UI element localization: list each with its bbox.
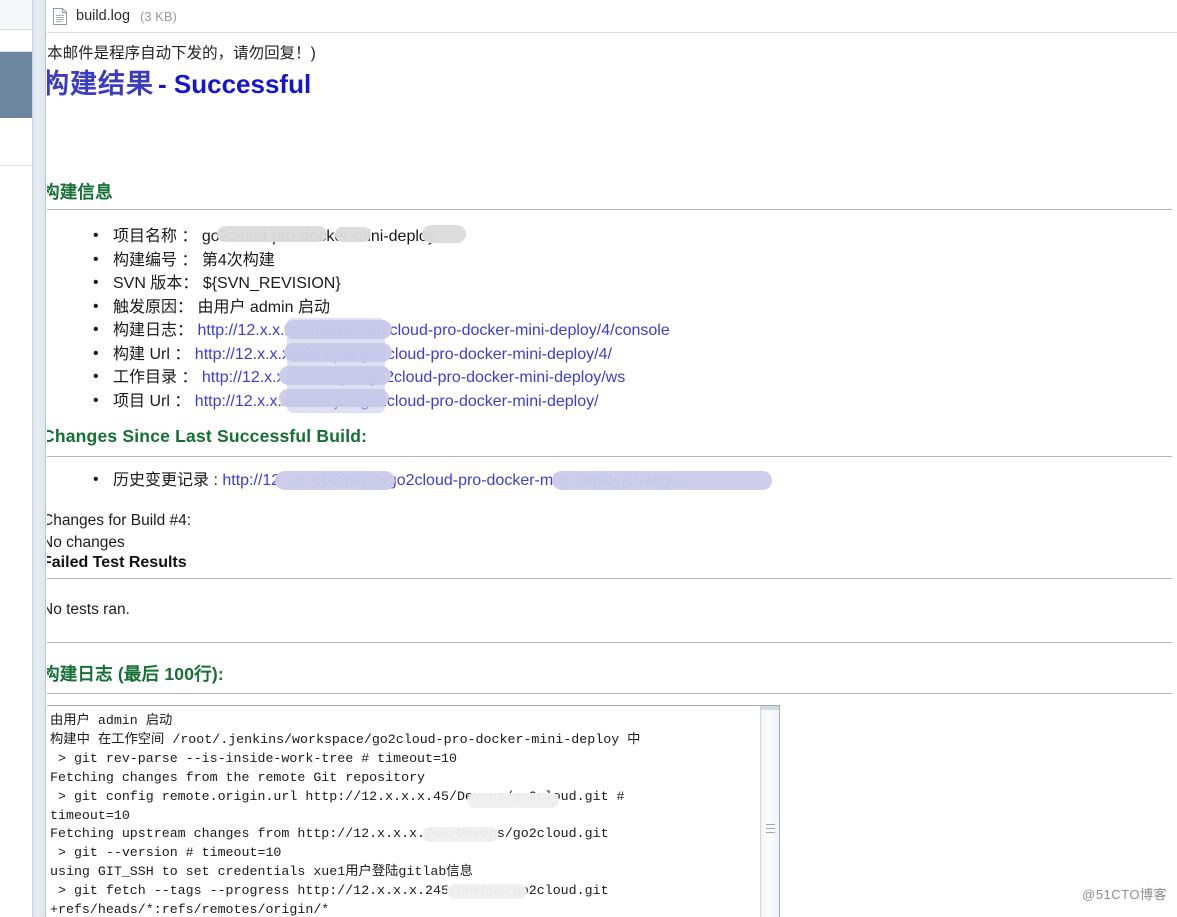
rail-row-item-selected[interactable] bbox=[0, 52, 32, 118]
page-title: 构建结果- Successful bbox=[47, 68, 1177, 102]
redaction-mask bbox=[217, 226, 327, 242]
info-label: 项目名称 ： bbox=[113, 228, 197, 245]
scrollbar-thumb[interactable] bbox=[761, 706, 780, 710]
no-changes-text: No changes bbox=[47, 534, 125, 552]
section-heading-build-info: 构建信息 bbox=[47, 179, 113, 204]
file-document-icon bbox=[53, 8, 67, 25]
vertical-scrollbar[interactable] bbox=[760, 706, 779, 917]
info-label: 构建日志： bbox=[113, 322, 193, 339]
info-label: SVN 版本： bbox=[113, 275, 198, 292]
info-label: 构建编号 ： bbox=[113, 252, 197, 269]
divider-5 bbox=[47, 693, 1172, 695]
redaction-mask bbox=[447, 884, 527, 899]
attachment-size: (3 KB) bbox=[140, 9, 177, 24]
list-item: 构建编号 ： 第4次构建 bbox=[87, 249, 670, 273]
mail-body: (本邮件是程序自动下发的，请勿回复！) 构建结果- Successful 构建信… bbox=[47, 33, 1177, 102]
auto-mail-notice: (本邮件是程序自动下发的，请勿回复！) bbox=[47, 33, 1177, 64]
message-content: build.log (3 KB) (本邮件是程序自动下发的，请勿回复！) 构建结… bbox=[47, 0, 1177, 917]
no-tests-ran-text: No tests ran. bbox=[47, 601, 130, 619]
divider-2 bbox=[47, 456, 1172, 458]
rail-row-item-3[interactable] bbox=[0, 118, 32, 166]
divider-1 bbox=[47, 209, 1172, 211]
console-log-box[interactable]: 由用户 admin 启动 构建中 在工作空间 /root/.jenkins/wo… bbox=[47, 705, 780, 917]
console-log-text-area[interactable]: 由用户 admin 启动 构建中 在工作空间 /root/.jenkins/wo… bbox=[47, 706, 760, 917]
mail-list-rail[interactable] bbox=[0, 0, 33, 917]
scrollbar-grip-icon[interactable] bbox=[766, 824, 775, 833]
info-value: 由用户 admin 启动 bbox=[197, 299, 329, 316]
divider-4 bbox=[47, 642, 1172, 644]
redaction-mask bbox=[422, 225, 466, 243]
info-label: 触发原因： bbox=[113, 299, 193, 316]
watermark-logo-overlay bbox=[287, 318, 385, 413]
list-item: SVN 版本： ${SVN_REVISION} bbox=[87, 272, 670, 296]
redaction-mask bbox=[275, 471, 395, 490]
redaction-mask bbox=[552, 471, 772, 490]
project-url-link[interactable]: http://12.x.x.x:8899/job/go2cloud-pro-do… bbox=[195, 393, 599, 410]
info-value: ${SVN_REVISION} bbox=[203, 275, 341, 292]
redaction-mask bbox=[335, 227, 371, 242]
attachment-name[interactable]: build.log bbox=[76, 8, 130, 24]
changes-build-line: Changes for Build #4: bbox=[47, 512, 191, 530]
rail-row-item-1[interactable] bbox=[0, 30, 32, 52]
page-title-status: - Successful bbox=[158, 69, 311, 99]
changes-label: 历史变更记录 : bbox=[113, 472, 218, 489]
rail-row-empty bbox=[0, 166, 32, 917]
list-item: 触发原因： 由用户 admin 启动 bbox=[87, 296, 670, 320]
list-item: 项目名称 ： go2cloud-pro-docker-mini-deploy bbox=[87, 225, 670, 249]
info-label: 构建 Url ： bbox=[113, 346, 190, 363]
attachment-bar[interactable]: build.log (3 KB) bbox=[47, 0, 1177, 33]
site-watermark: @51CTO博客 bbox=[1082, 884, 1167, 903]
redaction-mask bbox=[467, 793, 559, 808]
section-heading-console-log: 构建日志 (最后 100行): bbox=[47, 661, 224, 686]
section-heading-changes: Changes Since Last Successful Build: bbox=[47, 426, 367, 447]
console-log-text: 由用户 admin 启动 构建中 在工作空间 /root/.jenkins/wo… bbox=[50, 712, 756, 917]
info-label: 工作目录 ： bbox=[113, 369, 197, 386]
build-console-link[interactable]: http://12.x.x.x:8899/job/go2cloud-pro-do… bbox=[197, 322, 669, 339]
info-label: 项目 Url ： bbox=[113, 393, 190, 410]
divider-3 bbox=[47, 578, 1172, 580]
email-preview-window: build.log (3 KB) (本邮件是程序自动下发的，请勿回复！) 构建结… bbox=[0, 0, 1177, 917]
info-value: 第4次构建 bbox=[202, 252, 275, 269]
rail-row-header bbox=[0, 0, 32, 30]
redaction-mask bbox=[422, 827, 498, 842]
vertical-divider-gutter[interactable] bbox=[33, 0, 46, 917]
build-url-link[interactable]: http://12.x.x.x:8899/job/go2cloud-pro-do… bbox=[195, 346, 612, 363]
workspace-url-link[interactable]: http://12.x.x.x:8899/job/go2cloud-pro-do… bbox=[202, 369, 625, 386]
failed-test-results-heading: Failed Test Results bbox=[47, 554, 187, 572]
page-title-cn: 构建结果 bbox=[47, 69, 154, 99]
